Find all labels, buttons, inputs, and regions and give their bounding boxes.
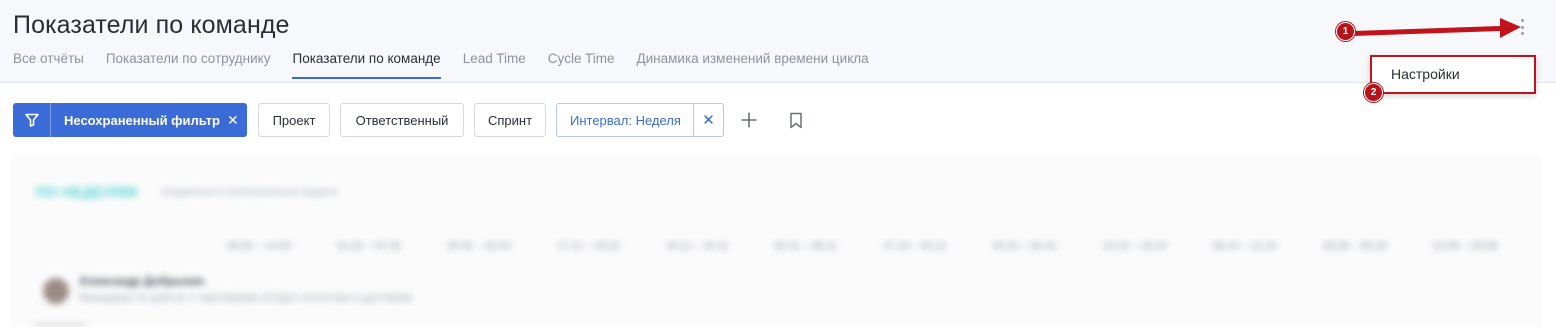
filter-label: Несохраненный фильтр	[64, 112, 220, 128]
bookmark-icon[interactable]	[786, 110, 806, 130]
week-header: 29.09 – 05.10	[1322, 240, 1387, 252]
page-header: Показатели по команде Все отчёты Показат…	[0, 0, 1556, 83]
week-header: 17.11 – 23.11	[557, 240, 620, 252]
week-header: 03.11 – 09.11	[774, 240, 838, 252]
report-tabs: Все отчёты Показатели по сотруднику Пока…	[13, 51, 891, 79]
more-options-icon[interactable]	[1514, 17, 1530, 37]
avatar	[43, 278, 69, 304]
person-role: Менеджер по работе с партнёрами (Отдел л…	[79, 292, 413, 304]
page-title: Показатели по команде	[13, 11, 290, 39]
week-header: 20.10 – 26.10	[992, 240, 1057, 252]
week-header: 25.01 – 31.01	[447, 240, 512, 252]
clear-filter-icon[interactable]: ✕	[227, 112, 239, 129]
week-header: 22.09 – 28.09	[1432, 240, 1497, 252]
tab-by-employee[interactable]: Показатели по сотруднику	[106, 51, 271, 79]
tab-all-reports[interactable]: Все отчёты	[13, 51, 84, 79]
chip-assignee[interactable]: Ответственный	[340, 103, 464, 137]
interval-label[interactable]: Интервал: Неделя	[557, 113, 693, 128]
week-header: 08.02 – 14.02	[227, 240, 292, 252]
kebab-dot	[1520, 25, 1524, 29]
tab-cycle-time-dynamics[interactable]: Динамика изменений времени цикла	[637, 51, 869, 79]
filter-funnel-icon[interactable]	[13, 103, 51, 137]
menu-item-settings[interactable]: Настройки	[1391, 66, 1460, 82]
interval-chip: Интервал: Неделя ✕	[556, 103, 724, 137]
week-header: 01.02 – 07.02	[337, 240, 402, 252]
kebab-dot	[1520, 19, 1524, 22]
row-divider	[35, 323, 85, 327]
annotation-marker-2: 2	[1364, 83, 1383, 102]
kebab-dot	[1520, 32, 1524, 35]
week-header: 06.10 – 12.10	[1212, 240, 1277, 252]
chip-sprint[interactable]: Спринт	[474, 103, 546, 137]
tab-cycle-time[interactable]: Cycle Time	[548, 51, 615, 79]
week-header: 27.10 – 02.11	[882, 240, 947, 252]
person-name: Александр Добрынин	[79, 276, 205, 288]
week-header: 13.10 – 19.10	[1102, 240, 1167, 252]
week-header: 10.11 – 16.11	[665, 240, 729, 252]
tab-by-team[interactable]: Показатели по команде	[292, 51, 441, 79]
report-section-title: ПО НЕДЕЛЯМ	[35, 184, 137, 201]
chip-project[interactable]: Проект	[258, 103, 330, 137]
unsaved-filter-button[interactable]: Несохраненный фильтр ✕	[13, 103, 247, 137]
options-menu: Настройки	[1370, 55, 1536, 94]
annotation-marker-1: 1	[1336, 22, 1355, 41]
report-section-subtitle: созданные и выполненные задачи	[161, 186, 338, 198]
plus-icon[interactable]	[739, 110, 759, 130]
week-columns: 08.02 – 14.02 01.02 – 07.02 25.01 – 31.0…	[227, 240, 1497, 252]
remove-interval-icon[interactable]: ✕	[693, 104, 723, 136]
tab-lead-time[interactable]: Lead Time	[463, 51, 526, 79]
report-card-blurred: ПО НЕДЕЛЯМ созданные и выполненные задач…	[13, 156, 1540, 327]
